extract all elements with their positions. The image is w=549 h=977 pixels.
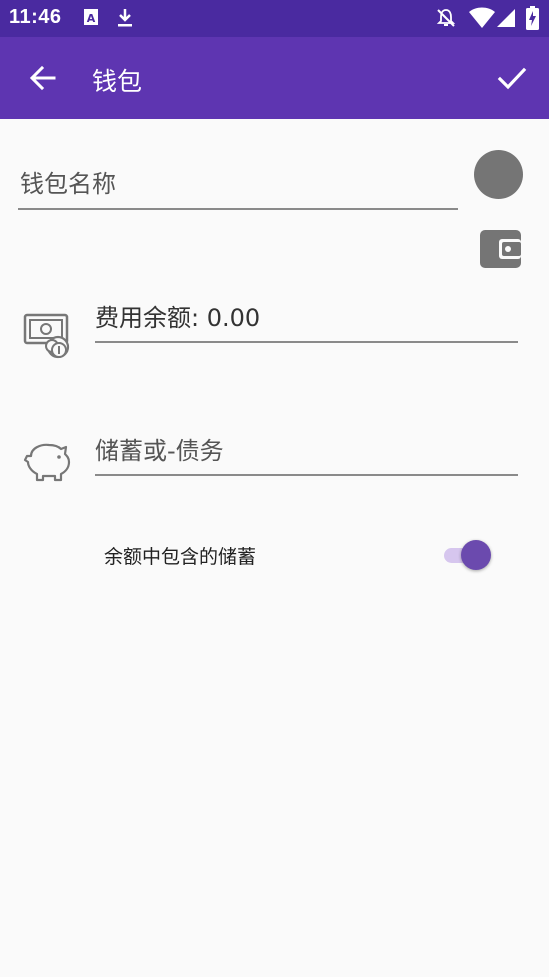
include-savings-label: 余额中包含的储蓄 <box>104 546 257 568</box>
wifi-icon <box>469 7 495 33</box>
expense-balance-text: 费用余额: 0.00 <box>95 304 261 332</box>
piggy-bank-icon <box>23 440 71 486</box>
arrow-back-icon <box>29 65 56 91</box>
save-button[interactable] <box>492 59 532 99</box>
check-icon <box>497 67 527 90</box>
battery-charging-icon <box>526 6 539 34</box>
include-savings-switch[interactable] <box>442 540 492 570</box>
signal-icon <box>496 8 516 32</box>
a-box-icon: A <box>83 8 99 30</box>
money-icon <box>23 313 71 363</box>
wallet-color-picker[interactable] <box>474 150 523 199</box>
savings-debt-input[interactable] <box>95 428 518 476</box>
wallet-name-input[interactable] <box>18 160 458 210</box>
wallet-icon-picker[interactable] <box>478 228 523 274</box>
back-button[interactable] <box>22 59 62 99</box>
status-time: 11:46 <box>9 6 62 28</box>
status-bar: 11:46 A <box>0 0 549 37</box>
wallet-icon <box>480 230 521 268</box>
switch-thumb <box>461 540 491 570</box>
svg-text:A: A <box>87 12 96 25</box>
app-bar: 钱包 <box>0 37 549 119</box>
download-icon <box>116 8 134 32</box>
page-title: 钱包 <box>92 67 143 96</box>
bell-off-icon <box>436 8 456 32</box>
expense-balance-field[interactable]: 费用余额: 0.00 <box>95 295 518 343</box>
